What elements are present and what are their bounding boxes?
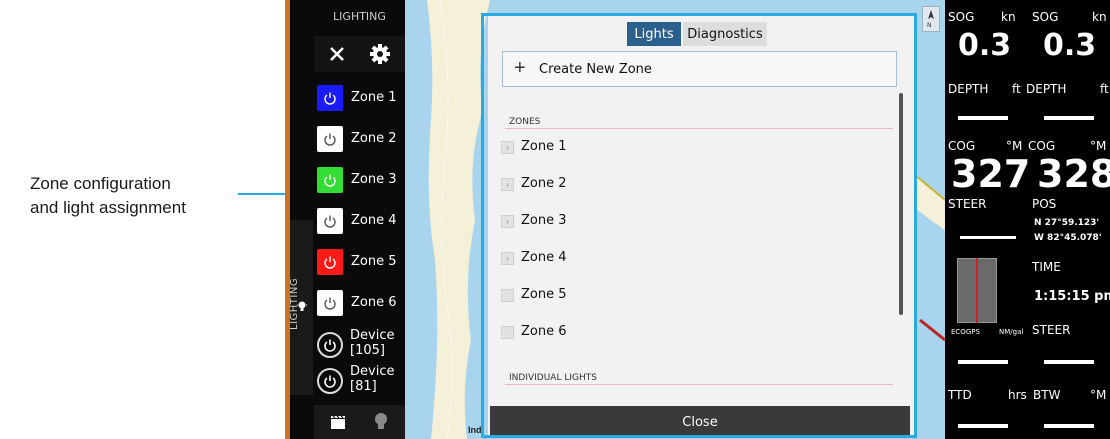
- steer-label: STEER: [948, 197, 987, 211]
- device-label: Device [81]: [350, 364, 394, 394]
- sidebar-zone-label: Zone 3: [351, 172, 397, 187]
- map-place-label: Ind: [468, 425, 482, 435]
- sog-value-2: 0.3: [1043, 28, 1097, 63]
- ecogps-unit: NM/gal: [999, 328, 1024, 336]
- north-arrow-icon[interactable]: N: [922, 6, 940, 32]
- depth-dashes: [958, 116, 1008, 120]
- sog-unit-2: kn: [1092, 10, 1107, 24]
- sog-unit: kn: [1001, 10, 1016, 24]
- power-icon[interactable]: [317, 249, 343, 275]
- scene-icon[interactable]: [329, 413, 347, 431]
- sidebar-title: LIGHTING: [333, 10, 386, 23]
- cog-unit-2: °M: [1090, 139, 1107, 153]
- depth-unit-2: ft: [1100, 82, 1109, 96]
- pos-latitude: N 27°59.123': [1034, 218, 1100, 228]
- cog-value-2: 328: [1037, 152, 1110, 196]
- steer2-dashes: [958, 360, 1008, 364]
- highlight-outline: [481, 13, 917, 438]
- cog-unit: °M: [1006, 139, 1023, 153]
- callout-caption: Zone configuration and light assignment: [30, 172, 250, 220]
- sidebar-zone-label: Zone 6: [351, 295, 397, 310]
- time-value: 1:15:15 pm: [1034, 289, 1110, 304]
- sidebar-zone-item[interactable]: Zone 6: [314, 285, 405, 321]
- sidebar-zone-label: Zone 5: [351, 254, 397, 269]
- ecogps-label: ECOGPS: [951, 328, 980, 336]
- callout-leader-line: [238, 193, 285, 195]
- sidebar-zone-label: Zone 1: [351, 90, 397, 105]
- callout-line-1: Zone configuration: [30, 174, 171, 193]
- sidebar-zone-label: Zone 4: [351, 213, 397, 228]
- power-icon[interactable]: [317, 126, 343, 152]
- depth-label-2: DEPTH: [1026, 82, 1067, 96]
- power-icon[interactable]: [317, 85, 343, 111]
- device-name: Device: [350, 364, 395, 379]
- depth-label: DEPTH: [948, 82, 989, 96]
- power-icon[interactable]: [317, 167, 343, 193]
- sidebar-footer: [314, 405, 405, 439]
- ttd-dashes: [958, 424, 1008, 428]
- sog-label-2: SOG: [1032, 10, 1059, 24]
- power-icon[interactable]: [317, 208, 343, 234]
- cog-label: COG: [948, 139, 976, 153]
- steer-label-2: STEER: [1032, 323, 1071, 337]
- lightbulb-icon[interactable]: [374, 412, 388, 432]
- sidebar-zone-item[interactable]: Zone 2: [314, 121, 405, 157]
- depth-unit: ft: [1012, 82, 1021, 96]
- time-label: TIME: [1032, 260, 1061, 274]
- pos-label: POS: [1032, 197, 1057, 211]
- sog-label: SOG: [948, 10, 975, 24]
- ttd-label: TTD: [948, 388, 972, 402]
- device-item[interactable]: Device [81]: [314, 362, 405, 398]
- svg-text:N: N: [927, 22, 932, 29]
- sog-value: 0.3: [958, 28, 1012, 63]
- device-label: Device [105]: [350, 328, 394, 358]
- device-name: Device: [350, 328, 395, 343]
- ttd-unit: hrs: [1008, 388, 1027, 402]
- device-item[interactable]: Device [105]: [314, 326, 405, 362]
- depth-dashes-2: [1044, 116, 1094, 120]
- gear-icon[interactable]: [368, 42, 392, 66]
- device-id: [81]: [350, 379, 377, 394]
- gauge-needle: [976, 258, 978, 323]
- steer2-dashes-2: [1044, 360, 1094, 364]
- sidebar-zone-item[interactable]: Zone 3: [314, 162, 405, 198]
- power-icon[interactable]: [317, 290, 343, 316]
- device-id: [105]: [350, 343, 385, 358]
- sidebar-zone-item[interactable]: Zone 5: [314, 244, 405, 280]
- steer-dashes: [960, 236, 1016, 239]
- sidebar-zone-item[interactable]: Zone 4: [314, 203, 405, 239]
- pos-longitude: W 82°45.078': [1034, 233, 1102, 243]
- callout-line-2: and light assignment: [30, 198, 186, 217]
- power-icon[interactable]: [317, 368, 343, 394]
- sidebar-zone-item[interactable]: Zone 1: [314, 80, 405, 116]
- btw-unit: °M: [1090, 388, 1107, 402]
- lighting-tab-label: LIGHTING: [289, 277, 300, 330]
- sidebar-zone-label: Zone 2: [351, 131, 397, 146]
- btw-label: BTW: [1033, 388, 1061, 402]
- power-icon[interactable]: [317, 332, 343, 358]
- cog-label-2: COG: [1028, 139, 1056, 153]
- btw-dashes: [1044, 424, 1094, 428]
- cog-value: 327: [951, 152, 1031, 196]
- close-icon[interactable]: [325, 42, 349, 66]
